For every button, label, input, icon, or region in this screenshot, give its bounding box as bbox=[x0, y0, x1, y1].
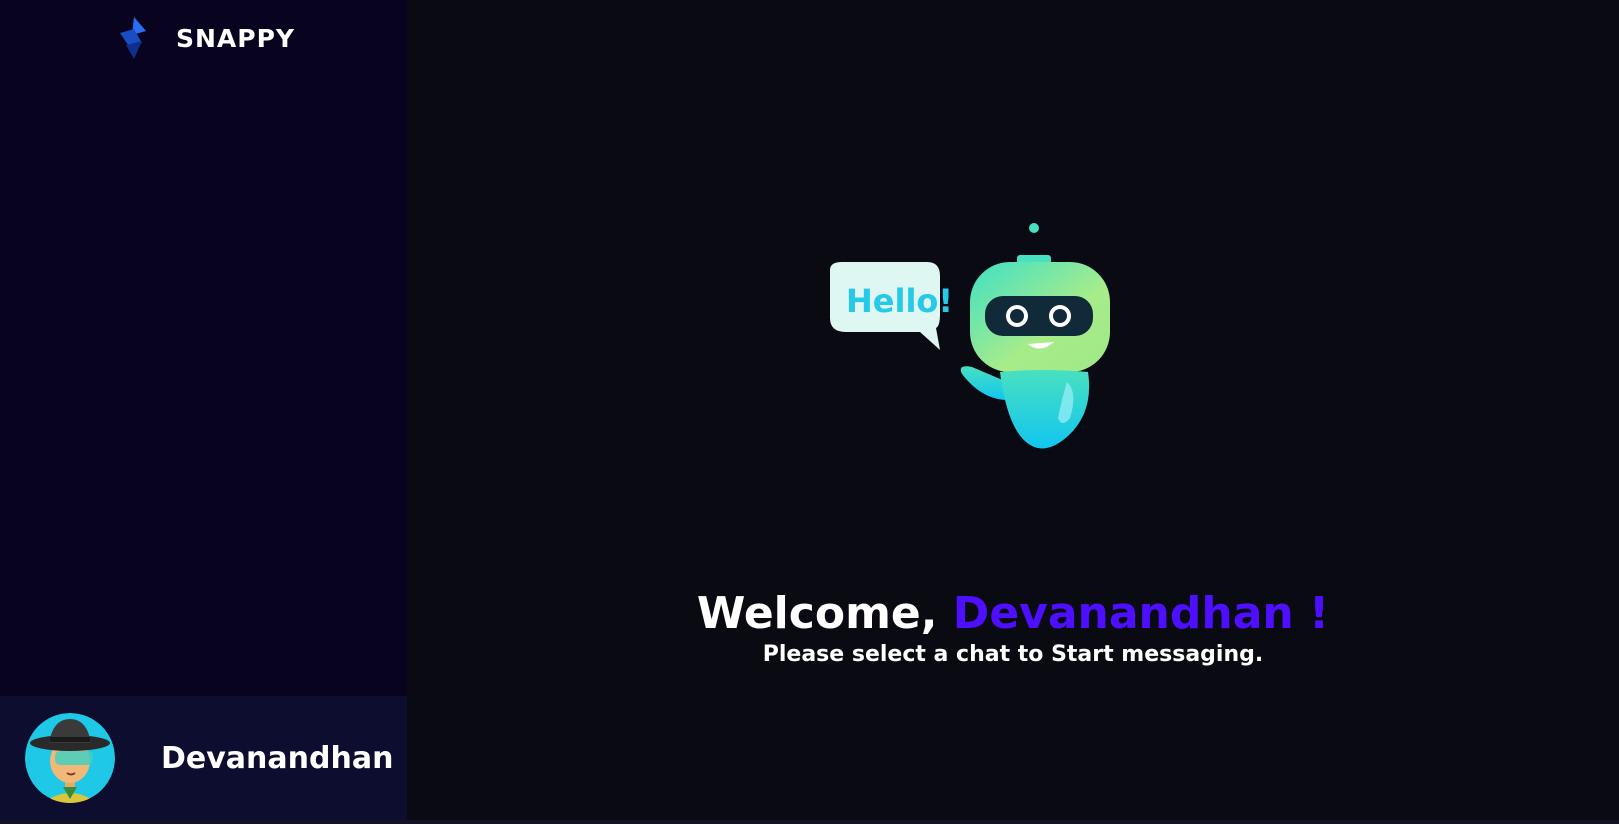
contacts-sidebar: SNAPPY Devanandhan bbox=[0, 0, 407, 820]
brand-name: SNAPPY bbox=[175, 23, 296, 53]
welcome-panel: Hello! Welcome, Devanandhan ! Please sel… bbox=[407, 0, 1619, 820]
welcome-prefix: Welcome, bbox=[696, 588, 953, 639]
robot-hello-illustration: Hello! bbox=[830, 223, 1110, 449]
welcome-title: Welcome, Devanandhan ! bbox=[407, 588, 1619, 640]
avatar bbox=[25, 713, 115, 803]
snappy-logo-icon bbox=[119, 17, 146, 59]
current-username: Devanandhan bbox=[161, 740, 394, 776]
welcome-username: Devanandhan ! bbox=[952, 588, 1330, 639]
welcome-message: Welcome, Devanandhan ! Please select a c… bbox=[407, 588, 1619, 670]
contacts-list bbox=[0, 76, 407, 696]
explorer-avatar-icon bbox=[25, 713, 115, 803]
current-user-panel: Devanandhan bbox=[0, 696, 407, 820]
hello-bubble-text: Hello! bbox=[846, 282, 953, 320]
brand-header: SNAPPY bbox=[0, 0, 407, 76]
chat-app: SNAPPY Devanandhan Hello! Welcome, Devan… bbox=[0, 0, 1619, 820]
welcome-subtitle: Please select a chat to Start messaging. bbox=[762, 642, 1264, 667]
